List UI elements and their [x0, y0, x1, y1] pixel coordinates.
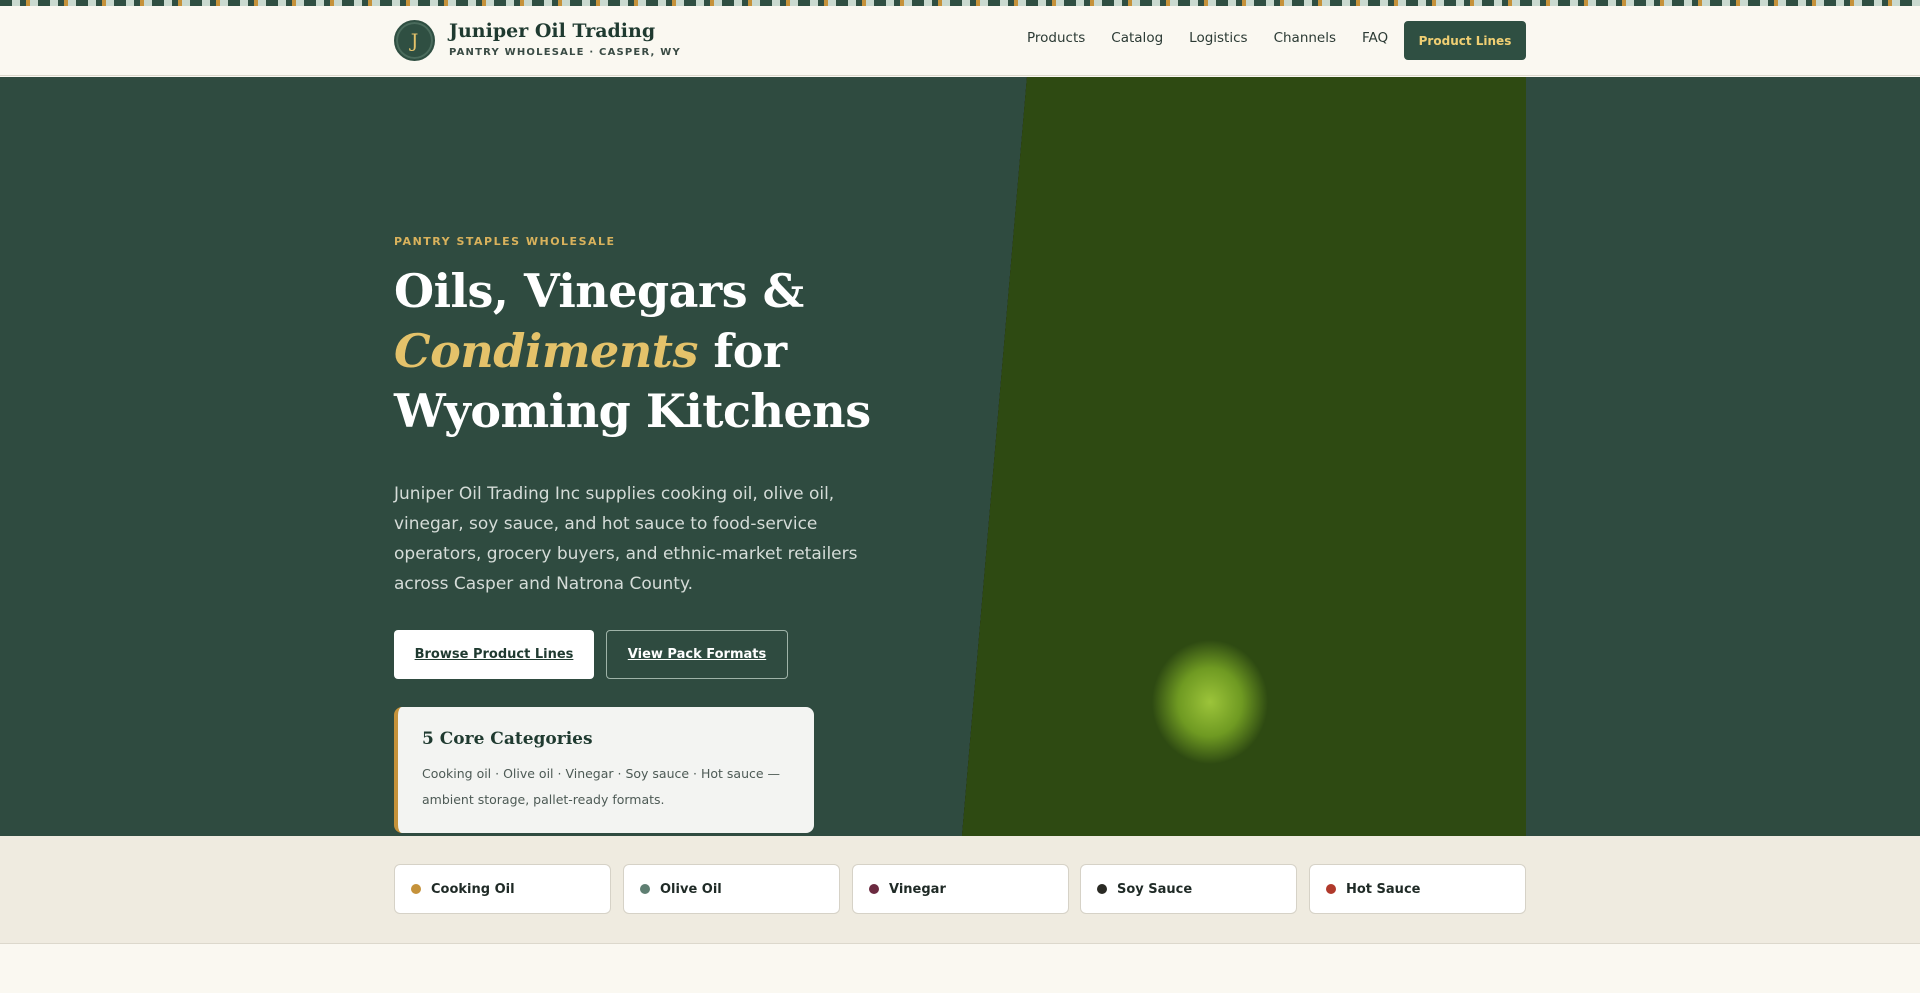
card-title: 5 Core Categories: [422, 729, 593, 749]
brand-name[interactable]: Juniper Oil Trading: [449, 20, 655, 42]
hero-title-for: for: [713, 324, 787, 378]
category-label: Olive Oil: [660, 881, 722, 897]
site-header: J Juniper Oil Trading PANTRY WHOLESALE ·…: [0, 6, 1920, 76]
category-olive-oil[interactable]: Olive Oil: [623, 864, 840, 914]
category-dot: [1097, 884, 1107, 894]
category-band: Cooking Oil Olive Oil Vinegar Soy Sauce …: [0, 836, 1920, 944]
category-cooking-oil[interactable]: Cooking Oil: [394, 864, 611, 914]
core-categories-card: 5 Core Categories Cooking oil · Olive oi…: [394, 707, 814, 833]
nav-logistics[interactable]: Logistics: [1189, 30, 1247, 46]
hero-eyebrow: PANTRY STAPLES WHOLESALE: [394, 235, 616, 248]
category-hot-sauce[interactable]: Hot Sauce: [1309, 864, 1526, 914]
logo-badge[interactable]: J: [394, 20, 435, 61]
category-label: Soy Sauce: [1117, 881, 1193, 897]
category-soy-sauce[interactable]: Soy Sauce: [1080, 864, 1297, 914]
nav-channels[interactable]: Channels: [1274, 30, 1336, 46]
brand-subtitle: PANTRY WHOLESALE · CASPER, WY: [449, 47, 681, 58]
category-dot: [640, 884, 650, 894]
category-vinegar[interactable]: Vinegar: [852, 864, 1069, 914]
olive-oil-hero-image: [962, 77, 1526, 836]
category-dot: [869, 884, 879, 894]
category-dot: [411, 884, 421, 894]
nav-products[interactable]: Products: [1027, 30, 1085, 46]
category-label: Vinegar: [889, 881, 946, 897]
nav-faq[interactable]: FAQ: [1362, 30, 1388, 46]
category-label: Hot Sauce: [1346, 881, 1421, 897]
hero-section: PANTRY STAPLES WHOLESALE Oils, Vinegars …: [0, 77, 1920, 836]
hero-description: Juniper Oil Trading Inc supplies cooking…: [394, 484, 858, 594]
main-nav: Products Catalog Logistics Channels FAQ: [1027, 30, 1388, 46]
hero-title-line1: Oils, Vinegars &: [394, 264, 804, 318]
view-pack-formats-button[interactable]: View Pack Formats: [606, 630, 788, 679]
hero-title-highlight: Condiments: [394, 324, 698, 378]
product-lines-button[interactable]: Product Lines: [1404, 21, 1526, 60]
hero-title: Oils, Vinegars & Condiments for Wyoming …: [394, 261, 914, 441]
category-label: Cooking Oil: [431, 881, 515, 897]
nav-catalog[interactable]: Catalog: [1111, 30, 1163, 46]
card-text: Cooking oil · Olive oil · Vinegar · Soy …: [422, 766, 781, 807]
browse-product-lines-button[interactable]: Browse Product Lines: [394, 630, 594, 679]
hero-title-line3: Wyoming Kitchens: [394, 384, 871, 438]
category-dot: [1326, 884, 1336, 894]
